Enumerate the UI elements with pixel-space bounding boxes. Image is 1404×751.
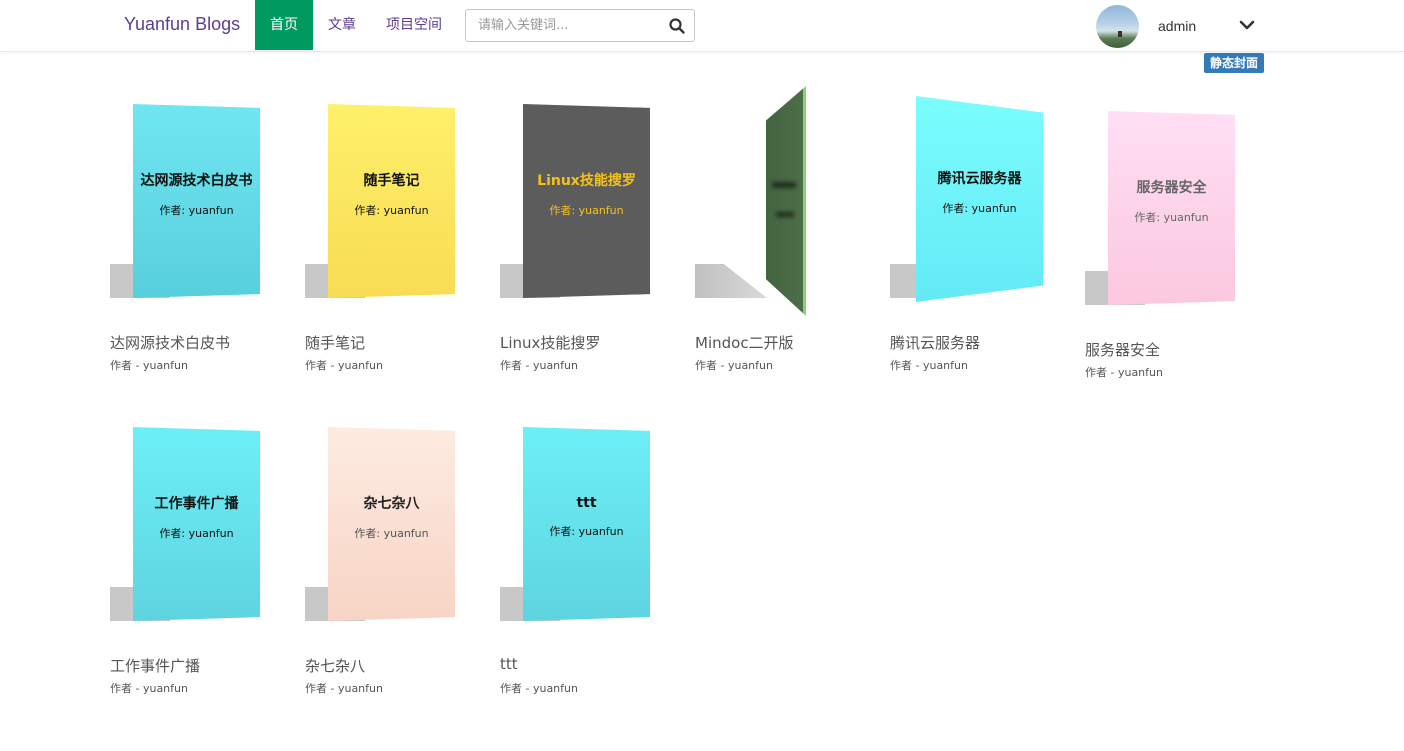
book-author: 作者 - yuanfun [305,682,383,695]
book-author: 作者 - yuanfun [500,682,578,695]
book-cover: ttt 作者: yuanfun [523,427,650,621]
book-card: 腾讯云服务器 作者: yuanfun 腾讯云服务器 作者 - yuanfun [890,96,1043,380]
book-cover: 腾讯云服务器 作者: yuanfun [916,96,1043,302]
book-author: 作者 - yuanfun [305,359,383,372]
nav-item-articles[interactable]: 文章 [313,0,371,50]
book-cover: 杂七杂八 作者: yuanfun [328,427,455,621]
cover-title: 达网源技术白皮书 [140,173,253,189]
book-author: 作者 - yuanfun [695,359,773,372]
chevron-down-icon [1239,20,1255,30]
book-cover-link[interactable]: 达网源技术白皮书 作者: yuanfun [110,100,260,320]
cover-author: 作者: yuanfun [354,204,429,217]
top-navbar: Yuanfun Blogs 首页 文章 项目空间 admin [0,0,1404,52]
cover-title: 随手笔记 [363,173,420,189]
search-input[interactable] [466,10,662,41]
cover-title: ttt [576,495,597,511]
book-title-link[interactable]: 达网源技术白皮书 [110,332,230,353]
cover-author: 作者: yuanfun [549,525,624,538]
book-author: 作者 - yuanfun [110,359,188,372]
cover-blurred-text [776,212,794,217]
book-cover: Linux技能搜罗 作者: yuanfun [523,104,650,298]
book-cover-link[interactable]: Linux技能搜罗 作者: yuanfun [500,100,650,320]
cover-author: 作者: yuanfun [942,202,1017,215]
book-author: 作者 - yuanfun [890,359,968,372]
book-cover: 服务器安全 作者: yuanfun [1108,111,1235,305]
book-cover-link[interactable]: 随手笔记 作者: yuanfun [305,100,455,320]
cover-author: 作者: yuanfun [159,204,234,217]
search-box [465,9,695,42]
book-title-link[interactable]: 杂七杂八 [305,655,365,676]
book-author: 作者 - yuanfun [500,359,578,372]
cover-title: 工作事件广播 [154,496,239,512]
book-author: 作者 - yuanfun [110,682,188,695]
book-title-link[interactable]: ttt [500,655,518,673]
cover-shadow [695,264,767,298]
nav-item-home[interactable]: 首页 [255,0,313,50]
book-cover: 随手笔记 作者: yuanfun [328,104,455,298]
cover-title: 腾讯云服务器 [937,171,1022,187]
book-card: Mindoc二开版 作者 - yuanfun [695,86,845,380]
user-avatar[interactable] [1096,5,1139,48]
book-cover-link[interactable]: 服务器安全 作者: yuanfun [1085,107,1235,327]
book-card: Linux技能搜罗 作者: yuanfun Linux技能搜罗 作者 - yua… [500,100,650,380]
cover-author: 作者: yuanfun [354,527,429,540]
book-cover-link[interactable]: ttt 作者: yuanfun [500,423,650,643]
book-title-link[interactable]: Linux技能搜罗 [500,332,600,353]
book-title-link[interactable]: 腾讯云服务器 [890,332,980,353]
cover-title: 服务器安全 [1136,180,1207,196]
cover-author: 作者: yuanfun [549,204,624,217]
cover-title: Linux技能搜罗 [537,173,636,189]
cover-blurred-text [772,182,796,188]
book-title-link[interactable]: 随手笔记 [305,332,365,353]
book-title-link[interactable]: 工作事件广播 [110,655,200,676]
book-card: 杂七杂八 作者: yuanfun 杂七杂八 作者 - yuanfun [305,423,455,703]
username-label[interactable]: admin [1158,18,1196,34]
book-cover-rotated [766,86,806,316]
cover-title: 杂七杂八 [363,496,420,512]
search-button[interactable] [668,17,686,35]
book-card: 达网源技术白皮书 作者: yuanfun 达网源技术白皮书 作者 - yuanf… [110,100,260,380]
book-cover-link[interactable] [695,86,845,320]
nav-item-projects[interactable]: 项目空间 [371,0,457,50]
book-cover: 达网源技术白皮书 作者: yuanfun [133,104,260,298]
user-menu-toggle[interactable] [1238,16,1256,34]
cover-author: 作者: yuanfun [159,527,234,540]
book-cover: 工作事件广播 作者: yuanfun [133,427,260,621]
book-card: 随手笔记 作者: yuanfun 随手笔记 作者 - yuanfun [305,100,455,380]
book-title-link[interactable]: 服务器安全 [1085,339,1160,360]
book-card: ttt 作者: yuanfun ttt 作者 - yuanfun [500,423,650,703]
search-icon [669,18,685,34]
book-cover-link[interactable]: 杂七杂八 作者: yuanfun [305,423,455,643]
book-cover-link[interactable]: 腾讯云服务器 作者: yuanfun [890,96,1043,320]
book-card: 服务器安全 作者: yuanfun 服务器安全 作者 - yuanfun [1085,107,1235,387]
book-title-link[interactable]: Mindoc二开版 [695,332,794,353]
cover-author: 作者: yuanfun [1134,211,1209,224]
book-card: 工作事件广播 作者: yuanfun 工作事件广播 作者 - yuanfun [110,423,260,703]
static-cover-toggle[interactable]: 静态封面 [1204,53,1265,73]
book-author: 作者 - yuanfun [1085,366,1163,379]
brand-logo-link[interactable]: Yuanfun Blogs [124,14,240,35]
book-cover-link[interactable]: 工作事件广播 作者: yuanfun [110,423,260,643]
